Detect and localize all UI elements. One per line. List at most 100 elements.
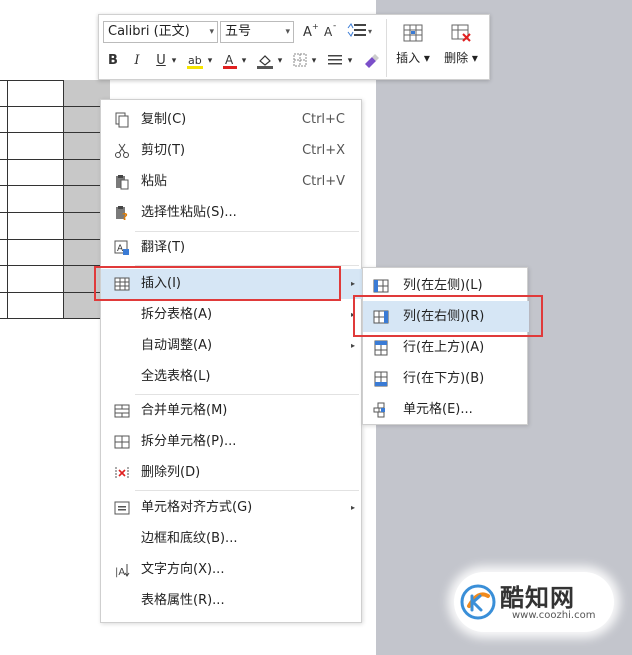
menu-item-label: 拆分表格(A) — [141, 307, 213, 322]
cell-alignment-icon — [114, 501, 130, 515]
menu-item-label: 文字方向(X)... — [141, 562, 225, 577]
insert-row-below-icon — [374, 371, 388, 387]
menu-item-label: 表格属性(R)... — [141, 593, 225, 608]
submenu-arrow-icon: ▸ — [350, 503, 355, 512]
watermark: 酷知网 www.coozhi.com — [454, 572, 614, 632]
font-color-button[interactable]: A — [221, 52, 239, 72]
insert-button[interactable]: 插入 ▾ — [391, 21, 435, 75]
bold-button[interactable]: B — [105, 51, 121, 71]
svg-text:A: A — [225, 53, 234, 67]
chevron-down-icon: ▾ — [285, 27, 290, 37]
highlight-dropdown[interactable]: ▾ — [205, 51, 215, 71]
chevron-down-icon: ▾ — [471, 51, 478, 65]
borders-button[interactable] — [291, 52, 309, 72]
menu-item-select-table[interactable]: 全选表格(L) — [101, 362, 363, 392]
format-painter-button[interactable] — [361, 52, 381, 72]
menu-item-label: 单元格(E)... — [403, 402, 473, 417]
submenu-item-cell[interactable]: 单元格(E)... — [363, 394, 529, 425]
submenu-item-row-below[interactable]: 行(在下方)(B) — [363, 363, 529, 394]
svg-text:+: + — [312, 22, 318, 31]
italic-button[interactable]: I — [129, 51, 145, 71]
copy-icon — [115, 112, 129, 128]
borders-dropdown[interactable]: ▾ — [309, 51, 319, 71]
shrink-font-icon: A- — [324, 21, 336, 39]
menu-item-label: 边框和底纹(B)... — [141, 531, 238, 546]
menu-separator — [135, 394, 359, 395]
watermark-url: www.coozhi.com — [512, 610, 596, 621]
underline-button[interactable]: U — [153, 51, 169, 71]
menu-item-split-cells[interactable]: 拆分单元格(P)... — [101, 427, 363, 457]
font-size-select[interactable]: 五号 ▾ — [220, 21, 294, 43]
font-color-icon: A — [223, 53, 237, 69]
menu-item-split-table[interactable]: 拆分表格(A) ▸ — [101, 300, 363, 330]
font-color-dropdown[interactable]: ▾ — [239, 51, 249, 71]
delete-button[interactable]: 删除 ▾ — [439, 21, 483, 75]
menu-item-borders-shading[interactable]: 边框和底纹(B)... — [101, 524, 363, 554]
border-grid-icon — [293, 53, 307, 67]
menu-item-text-direction[interactable]: |A 文字方向(X)... — [101, 555, 363, 585]
svg-text:|A: |A — [115, 567, 125, 578]
shading-button[interactable] — [255, 52, 275, 72]
paragraph-spacing-button[interactable]: ▾ — [345, 22, 377, 42]
watermark-title: 酷知网 — [500, 584, 575, 612]
menu-item-label: 全选表格(L) — [141, 369, 211, 384]
menu-item-paste[interactable]: 粘贴 Ctrl+V — [101, 167, 363, 197]
menu-item-cell-alignment[interactable]: 单元格对齐方式(G) ▸ — [101, 493, 363, 523]
insert-highlight-box — [94, 266, 341, 301]
col-right-highlight-box — [353, 295, 543, 337]
menu-item-merge-cells[interactable]: 合并单元格(M) — [101, 396, 363, 426]
delete-table-icon — [451, 24, 471, 42]
insert-column-left-icon — [373, 279, 389, 293]
svg-text:▾: ▾ — [368, 27, 372, 36]
align-button[interactable] — [325, 52, 345, 72]
svg-text:ab: ab — [188, 54, 202, 67]
svg-text:-: - — [333, 22, 336, 31]
menu-item-label: 选择性粘贴(S)... — [141, 205, 237, 220]
menu-item-label: 翻译(T) — [141, 240, 186, 255]
menu-item-label: 合并单元格(M) — [141, 403, 228, 418]
menu-item-label: 单元格对齐方式(G) — [141, 500, 253, 515]
menu-item-label: 复制(C) — [141, 112, 187, 127]
menu-separator — [135, 231, 359, 232]
chevron-down-icon: ▾ — [209, 27, 214, 37]
paste-special-icon: ? — [116, 206, 128, 221]
highlighter-icon: ab — [187, 54, 203, 69]
svg-text:A: A — [303, 25, 312, 38]
font-name-select[interactable]: Calibri (正文) ▾ — [103, 21, 218, 43]
menu-item-label: 拆分单元格(P)... — [141, 434, 237, 449]
align-justify-icon — [328, 55, 342, 65]
scissors-icon — [115, 143, 129, 158]
menu-item-paste-special[interactable]: ? 选择性粘贴(S)... — [101, 198, 363, 228]
shading-dropdown[interactable]: ▾ — [275, 51, 285, 71]
insert-submenu: 列(在左侧)(L) 列(在右侧)(R) 行(在上方)(A) 行(在下方)(B) … — [362, 267, 529, 425]
merge-cells-icon — [114, 404, 130, 418]
grow-font-button[interactable]: A + — [301, 22, 319, 42]
text-direction-icon: |A — [115, 564, 130, 578]
shrink-font-button[interactable]: A- — [322, 21, 340, 42]
svg-text:A: A — [117, 244, 124, 254]
paste-icon — [116, 175, 129, 190]
underline-dropdown[interactable]: ▾ — [169, 51, 179, 71]
menu-item-label: 删除列(D) — [141, 465, 201, 480]
menu-item-translate[interactable]: A 翻译(T) — [101, 233, 363, 263]
line-spacing-icon: ▾ — [347, 23, 372, 37]
menu-item-delete-column[interactable]: 删除列(D) — [101, 458, 363, 488]
grow-font-icon: A + — [303, 22, 319, 40]
paint-bucket-icon — [257, 55, 273, 69]
site-logo — [460, 584, 496, 620]
svg-text:A: A — [324, 25, 333, 38]
menu-item-label: 粘贴 — [141, 174, 168, 189]
insert-row-above-icon — [374, 340, 388, 356]
menu-item-label: 行(在下方)(B) — [403, 371, 485, 386]
menu-item-copy[interactable]: 复制(C) Ctrl+C — [101, 105, 363, 135]
menu-item-label: 剪切(T) — [141, 143, 186, 158]
split-cells-icon — [114, 435, 130, 449]
menu-item-auto-fit[interactable]: 自动调整(A) ▸ — [101, 331, 363, 361]
menu-item-table-properties[interactable]: 表格属性(R)... — [101, 586, 363, 616]
font-name-value: Calibri (正文) — [108, 24, 190, 39]
menu-item-cut[interactable]: 剪切(T) Ctrl+X — [101, 136, 363, 166]
align-dropdown[interactable]: ▾ — [345, 51, 355, 71]
delete-column-icon — [115, 467, 129, 479]
menu-item-shortcut: Ctrl+C — [301, 112, 345, 127]
highlight-button[interactable]: ab — [185, 52, 205, 72]
